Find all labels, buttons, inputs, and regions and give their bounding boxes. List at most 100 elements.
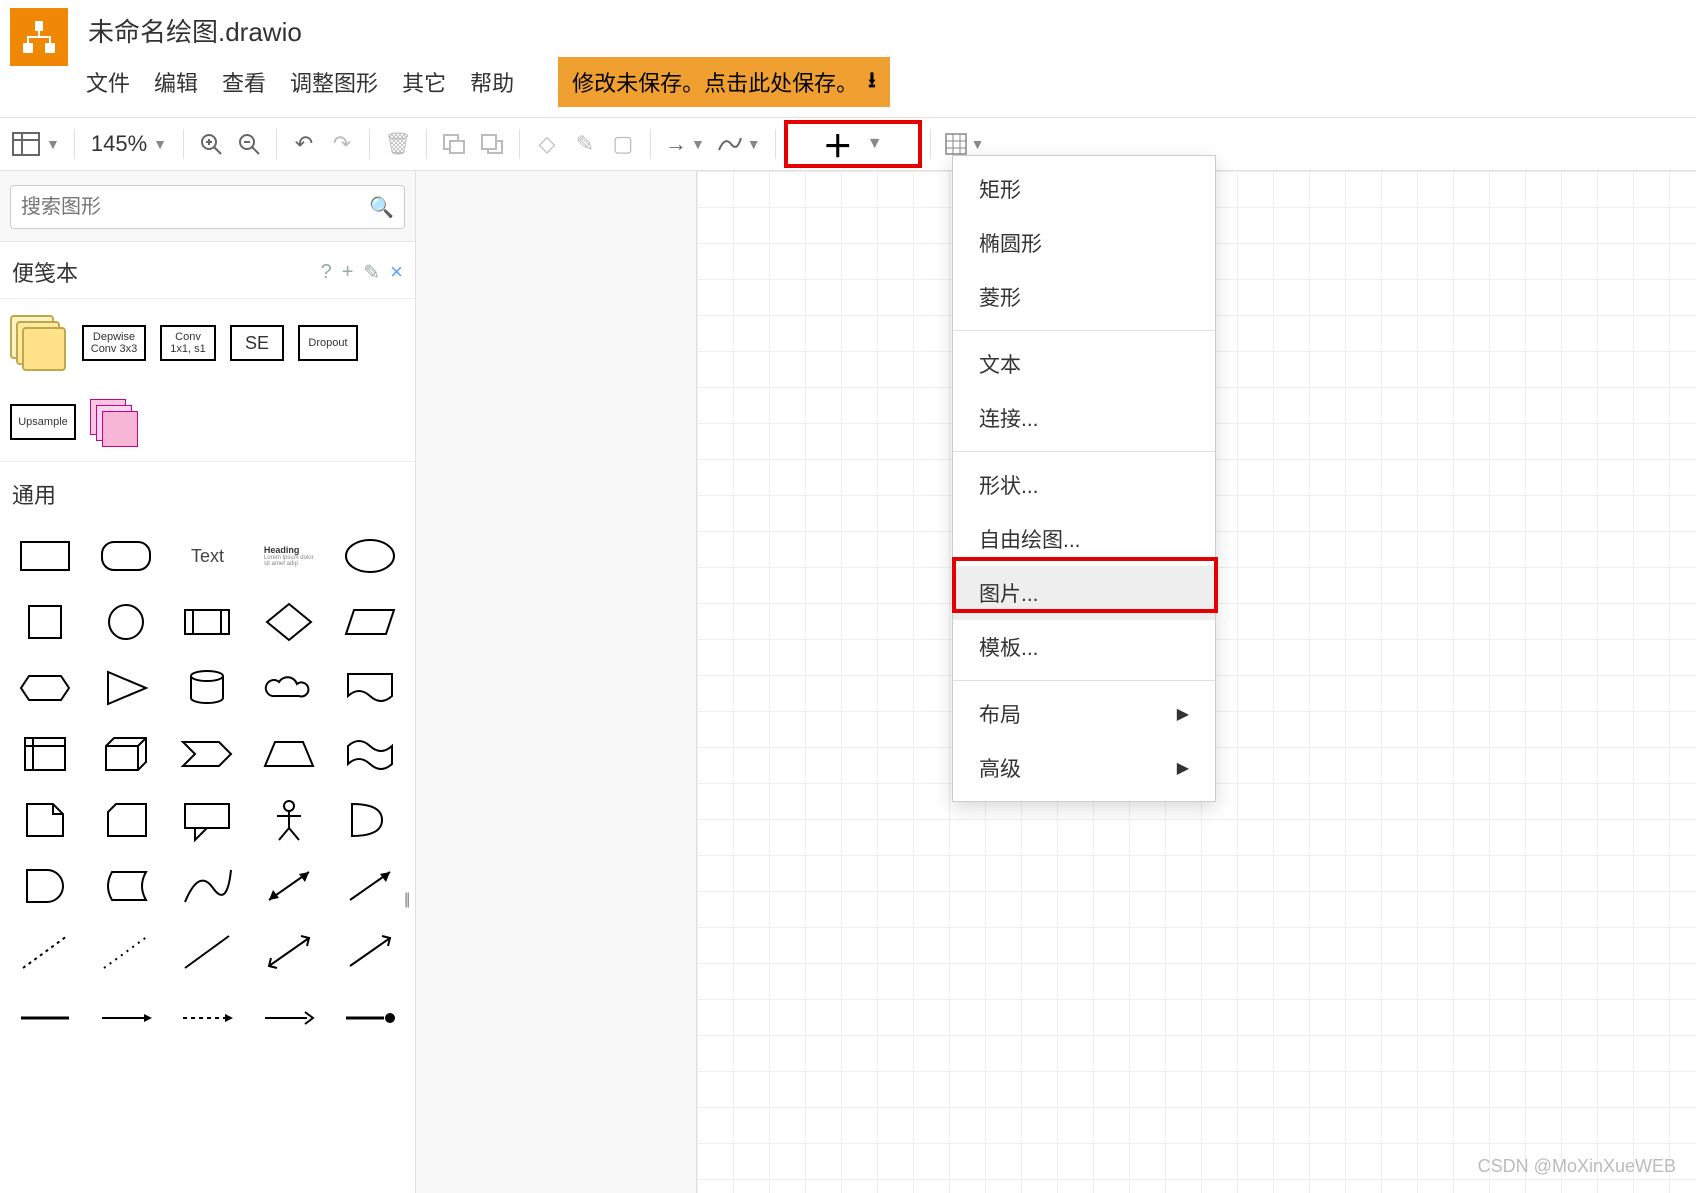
general-header[interactable]: 通用 bbox=[0, 462, 415, 522]
scratch-conv[interactable]: Conv 1x1, s1 bbox=[160, 325, 216, 361]
shape-curve[interactable] bbox=[171, 858, 244, 914]
shape-rounded-rect[interactable] bbox=[89, 528, 162, 584]
shape-ellipse[interactable] bbox=[334, 528, 407, 584]
scratch-dropout[interactable]: Dropout bbox=[298, 325, 358, 361]
shape-thin-arrow[interactable] bbox=[334, 924, 407, 980]
shape-textbox[interactable]: HeadingLorem ipsum dolor sit amet adip bbox=[252, 528, 325, 584]
edit-icon[interactable]: ✎ bbox=[363, 260, 380, 285]
shape-data-storage[interactable] bbox=[89, 858, 162, 914]
shape-link-open[interactable] bbox=[252, 990, 325, 1046]
shape-circle[interactable] bbox=[89, 594, 162, 650]
shape-arrow[interactable] bbox=[334, 858, 407, 914]
shape-card[interactable] bbox=[89, 792, 162, 848]
zoom-out-button[interactable] bbox=[230, 124, 268, 164]
splitter-handle[interactable]: || bbox=[404, 891, 414, 917]
insert-image[interactable]: 图片... bbox=[953, 566, 1215, 620]
shape-dashed-line[interactable] bbox=[8, 924, 81, 980]
unsaved-badge-text: 修改未保存。点击此处保存。 bbox=[572, 66, 858, 98]
shape-process[interactable] bbox=[171, 594, 244, 650]
waypoint-button[interactable]: ▼ bbox=[711, 124, 767, 164]
zoom-in-button[interactable] bbox=[192, 124, 230, 164]
shape-internal-storage[interactable] bbox=[8, 726, 81, 782]
shape-bidir-thin-arrow[interactable] bbox=[252, 924, 325, 980]
scratch-depthwise-conv[interactable]: Depwise Conv 3x3 bbox=[82, 325, 146, 361]
insert-freehand[interactable]: 自由绘图... bbox=[953, 512, 1215, 566]
shape-link-circle[interactable] bbox=[334, 990, 407, 1046]
shadow-button[interactable]: ▢ bbox=[604, 124, 642, 164]
fill-color-button[interactable]: ◇ bbox=[528, 124, 566, 164]
menu-view[interactable]: 查看 bbox=[222, 66, 266, 98]
shape-tape[interactable] bbox=[334, 726, 407, 782]
menu-extras[interactable]: 其它 bbox=[402, 66, 446, 98]
redo-button[interactable]: ↷ bbox=[323, 124, 361, 164]
shape-link[interactable] bbox=[8, 990, 81, 1046]
chevron-down-icon: ▼ bbox=[747, 136, 761, 152]
toolbar-separator bbox=[930, 129, 931, 159]
chevron-down-icon: ▼ bbox=[971, 136, 985, 152]
insert-rectangle[interactable]: 矩形 bbox=[953, 162, 1215, 216]
shape-trapezoid[interactable] bbox=[252, 726, 325, 782]
line-color-button[interactable]: ✎ bbox=[566, 124, 604, 164]
insert-text[interactable]: 文本 bbox=[953, 337, 1215, 391]
unsaved-badge[interactable]: 修改未保存。点击此处保存。 ⭳ bbox=[558, 57, 890, 107]
scratch-stack-shape[interactable] bbox=[10, 315, 68, 371]
shape-link-dashed[interactable] bbox=[171, 990, 244, 1046]
undo-button[interactable]: ↶ bbox=[285, 124, 323, 164]
insert-advanced[interactable]: 高级▶ bbox=[953, 741, 1215, 795]
scratch-upsample[interactable]: Upsample bbox=[10, 404, 76, 440]
insert-ellipse[interactable]: 椭圆形 bbox=[953, 216, 1215, 270]
shape-square[interactable] bbox=[8, 594, 81, 650]
shape-bidir-arrow[interactable] bbox=[252, 858, 325, 914]
chevron-down-icon: ▼ bbox=[46, 136, 60, 152]
close-icon[interactable]: × bbox=[390, 259, 403, 285]
insert-layout[interactable]: 布局▶ bbox=[953, 687, 1215, 741]
menu-help[interactable]: 帮助 bbox=[470, 66, 514, 98]
to-front-button[interactable] bbox=[435, 124, 473, 164]
scratch-pink-stack[interactable] bbox=[90, 399, 140, 445]
shape-step[interactable] bbox=[171, 726, 244, 782]
delete-button[interactable]: 🗑 bbox=[378, 124, 418, 164]
insert-rhombus[interactable]: 菱形 bbox=[953, 270, 1215, 324]
zoom-dropdown[interactable]: 145% ▼ bbox=[83, 131, 175, 157]
shape-link-arrow[interactable] bbox=[89, 990, 162, 1046]
insert-button[interactable]: ＋ ▼ bbox=[784, 120, 922, 168]
shape-callout[interactable] bbox=[171, 792, 244, 848]
shape-text[interactable]: Text bbox=[171, 528, 244, 584]
menu-separator bbox=[953, 330, 1215, 331]
menu-edit[interactable]: 编辑 bbox=[154, 66, 198, 98]
menu-arrange[interactable]: 调整图形 bbox=[290, 66, 378, 98]
shape-actor[interactable] bbox=[252, 792, 325, 848]
insert-connect[interactable]: 连接... bbox=[953, 391, 1215, 445]
shape-hexagon[interactable] bbox=[8, 660, 81, 716]
shape-document[interactable] bbox=[334, 660, 407, 716]
shape-line[interactable] bbox=[171, 924, 244, 980]
insert-shape[interactable]: 形状... bbox=[953, 458, 1215, 512]
shape-search[interactable]: 🔍 bbox=[10, 185, 405, 229]
shape-cylinder[interactable] bbox=[171, 660, 244, 716]
shape-or[interactable] bbox=[334, 792, 407, 848]
scratch-se[interactable]: SE bbox=[230, 325, 284, 361]
menu-file[interactable]: 文件 bbox=[86, 66, 130, 98]
scratchpad-body: Depwise Conv 3x3 Conv 1x1, s1 SE Dropout… bbox=[0, 299, 415, 462]
shape-cloud[interactable] bbox=[252, 660, 325, 716]
shape-rectangle[interactable] bbox=[8, 528, 81, 584]
shape-and[interactable] bbox=[8, 858, 81, 914]
help-icon[interactable]: ? bbox=[321, 261, 332, 284]
to-back-button[interactable] bbox=[473, 124, 511, 164]
main-toolbar: ▼ 145% ▼ ↶ ↷ 🗑 ◇ ✎ ▢ → ▼ ▼ ＋ ▼ ▼ bbox=[0, 117, 1696, 171]
shape-cube[interactable] bbox=[89, 726, 162, 782]
connection-button[interactable]: → ▼ bbox=[659, 124, 711, 164]
zoom-value: 145% bbox=[91, 131, 147, 157]
shape-parallelogram[interactable] bbox=[334, 594, 407, 650]
scratchpad-header[interactable]: 便笺本 ? + ✎ × bbox=[0, 242, 415, 299]
shape-triangle[interactable] bbox=[89, 660, 162, 716]
document-title[interactable]: 未命名绘图.drawio bbox=[86, 8, 890, 55]
insert-template[interactable]: 模板... bbox=[953, 620, 1215, 674]
sidebar-toggle-button[interactable]: ▼ bbox=[6, 124, 66, 164]
shape-search-input[interactable] bbox=[21, 196, 369, 219]
scratchpad-title: 便笺本 bbox=[12, 256, 78, 288]
shape-note[interactable] bbox=[8, 792, 81, 848]
shape-diamond[interactable] bbox=[252, 594, 325, 650]
add-icon[interactable]: + bbox=[342, 261, 354, 284]
shape-dotted-line[interactable] bbox=[89, 924, 162, 980]
